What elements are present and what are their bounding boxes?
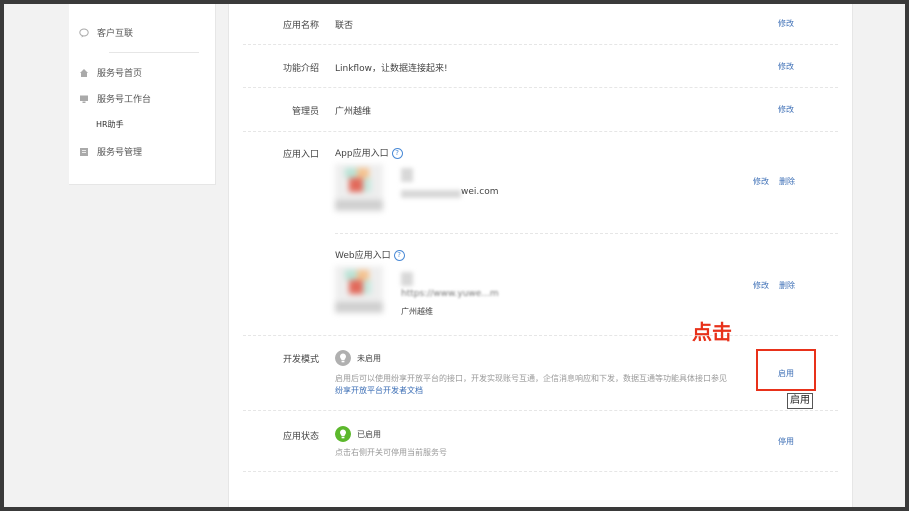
enabled-status-icon [335,426,351,442]
screenshot-frame: 客户互联 服务号首页 服务号工作台 HR助手 服务号管理 应用名称 联否 修改 … [4,4,905,507]
monitor-icon [80,95,88,103]
sidebar-item-customer-interconnect[interactable]: 客户互联 [79,26,133,39]
app-name-label: 应用名称 [282,21,319,31]
intro-label: 功能介绍 [282,64,319,74]
blurred-text [401,272,413,286]
sidebar-divider [109,52,199,53]
sidebar-item-label: 服务号工作台 [97,95,152,105]
dev-mode-status: 未启用 [357,354,381,363]
admin-value: 广州越维 [335,107,372,117]
sidebar-item-service-home[interactable]: 服务号首页 [79,66,142,79]
sidebar-item-label: 客户互联 [97,29,134,39]
click-annotation: 点击 [692,320,732,344]
edit-intro-link[interactable]: 修改 [778,61,794,72]
app-status-description: 点击右侧开关可停用当前服务号 [335,448,447,457]
sidebar-item-service-manage[interactable]: 服务号管理 [79,145,142,158]
web-entry-owner: 广州越维 [401,307,433,316]
dev-mode-description: 启用后可以使用纷享开放平台的接口，开发实现账号互通，企信消息响应和下发，数据互通… [335,373,735,397]
sidebar-item-label: 服务号首页 [97,69,143,79]
row-separator [243,471,838,472]
row-separator [243,335,838,336]
edit-admin-link[interactable]: 修改 [778,104,794,115]
sidebar: 客户互联 服务号首页 服务号工作台 HR助手 服务号管理 [69,4,216,185]
chat-bubble-icon [79,28,89,37]
blurred-text [401,168,413,182]
web-entry-title-text: Web应用入口 [335,251,391,261]
intro-value: Linkflow，让数据连接起来! [335,64,448,74]
row-separator [243,44,838,45]
sidebar-item-label: 服务号管理 [97,148,143,158]
disable-app-button[interactable]: 停用 [778,436,794,447]
row-separator [243,87,838,88]
app-entry-title-text: App应用入口 [335,149,389,159]
web-logo-image [335,266,383,314]
row-separator [335,233,838,234]
edit-app-name-link[interactable]: 修改 [778,18,794,29]
delete-web-entry-link[interactable]: 删除 [779,280,795,291]
blurred-text [401,190,461,198]
disabled-status-icon [335,350,351,366]
entry-label: 应用入口 [282,150,319,160]
home-icon [80,68,88,77]
dev-mode-desc-text: 启用后可以使用纷享开放平台的接口，开发实现账号互通，企信消息响应和下发，数据互通… [335,374,727,383]
manage-icon [80,147,88,156]
app-name-value: 联否 [335,21,354,31]
help-icon[interactable]: ? [391,148,403,159]
row-separator [243,410,838,411]
app-status-value: 已启用 [357,430,381,439]
app-status-label: 应用状态 [282,432,319,442]
edit-web-entry-link[interactable]: 修改 [753,280,769,291]
help-icon[interactable]: ? [393,250,405,261]
sidebar-item-service-workbench[interactable]: 服务号工作台 [79,92,151,105]
edit-app-entry-link[interactable]: 修改 [753,176,769,187]
app-settings-panel: 应用名称 联否 修改 功能介绍 Linkflow，让数据连接起来! 修改 管理员… [228,4,853,507]
app-logo-image [335,164,383,212]
delete-app-entry-link[interactable]: 删除 [779,176,795,187]
row-separator [243,131,838,132]
app-entry-title: App应用入口? [335,146,403,159]
sidebar-item-hr-assistant[interactable]: HR助手 [96,119,124,130]
admin-label: 管理员 [291,107,319,117]
dev-mode-label: 开发模式 [282,355,319,365]
web-entry-url: https://www.yuwe...m [401,289,499,299]
tooltip: 启用 [787,393,813,409]
app-entry-url: wei.com [461,187,499,197]
developer-docs-link[interactable]: 纷享开放平台开发者文档 [335,386,423,395]
highlight-box [756,349,816,391]
web-entry-title: Web应用入口? [335,248,405,261]
